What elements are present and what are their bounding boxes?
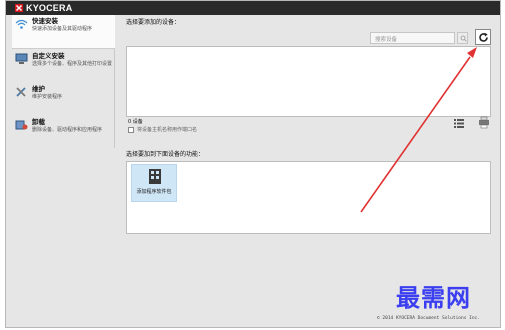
sidebar-item-uninstall[interactable]: 卸载 删除设备、驱动程序和应用程序 <box>12 116 115 150</box>
sidebar-item-quick-install[interactable]: 快速安装 快速添加设备及其驱动程序 <box>12 15 115 49</box>
search-icon <box>460 35 467 42</box>
search-button[interactable] <box>457 32 468 44</box>
sidebar-item-desc: 选择多个设备、程序及其他打印设置 <box>32 61 113 67</box>
sidebar-item-custom-install[interactable]: 自定义安装 选择多个设备、程序及其他打印设置 <box>12 50 115 84</box>
sidebar-item-label: 自定义安装 <box>32 52 65 60</box>
package-icon <box>149 169 161 184</box>
sidebar-item-label: 卸载 <box>32 118 45 126</box>
brand-name: KYOCERA <box>26 3 73 13</box>
title-bar: KYOCERA <box>6 1 500 15</box>
function-tile-label: 添加程序软件包 <box>136 189 172 195</box>
wifi-icon <box>15 19 28 29</box>
refresh-icon <box>479 32 488 42</box>
hostname-port-checkbox[interactable] <box>128 127 134 133</box>
tools-icon <box>16 87 26 97</box>
sidebar-item-label: 快速安装 <box>32 17 58 25</box>
watermark: 最需网 <box>396 283 471 312</box>
function-tile-package[interactable]: 添加程序软件包 <box>131 164 177 202</box>
printer-settings-icon[interactable] <box>478 116 491 129</box>
sidebar-item-label: 维护 <box>32 85 45 93</box>
devices-heading: 选择要添加的设备： <box>126 19 181 26</box>
sidebar-item-desc: 维护安装程序 <box>32 94 63 100</box>
hostname-port-label: 将设备主机名称用作端口名 <box>137 127 198 133</box>
device-count: 0 设备 <box>128 119 143 125</box>
sidebar-item-desc: 快速添加设备及其驱动程序 <box>32 26 93 32</box>
device-list[interactable] <box>126 46 491 117</box>
list-view-icon[interactable] <box>454 119 464 128</box>
sidebar: 快速安装 快速添加设备及其驱动程序 自定义安装 选择多个设备、程序及其他打印设置… <box>12 15 115 148</box>
sidebar-item-maintenance[interactable]: 维护 维护安装程序 <box>12 83 115 117</box>
function-list <box>126 161 491 234</box>
sidebar-item-desc: 删除设备、驱动程序和应用程序 <box>32 127 103 133</box>
refresh-button[interactable] <box>475 29 491 45</box>
kyocera-logo-icon <box>15 4 23 12</box>
copyright: © 2014 KYOCERA Document Solutions Inc. <box>377 316 480 321</box>
functions-heading: 选择要加到下面设备的功能： <box>126 151 205 158</box>
computer-icon <box>15 53 28 64</box>
uninstall-icon <box>15 120 28 130</box>
search-input[interactable]: 搜索设备 <box>370 32 455 44</box>
